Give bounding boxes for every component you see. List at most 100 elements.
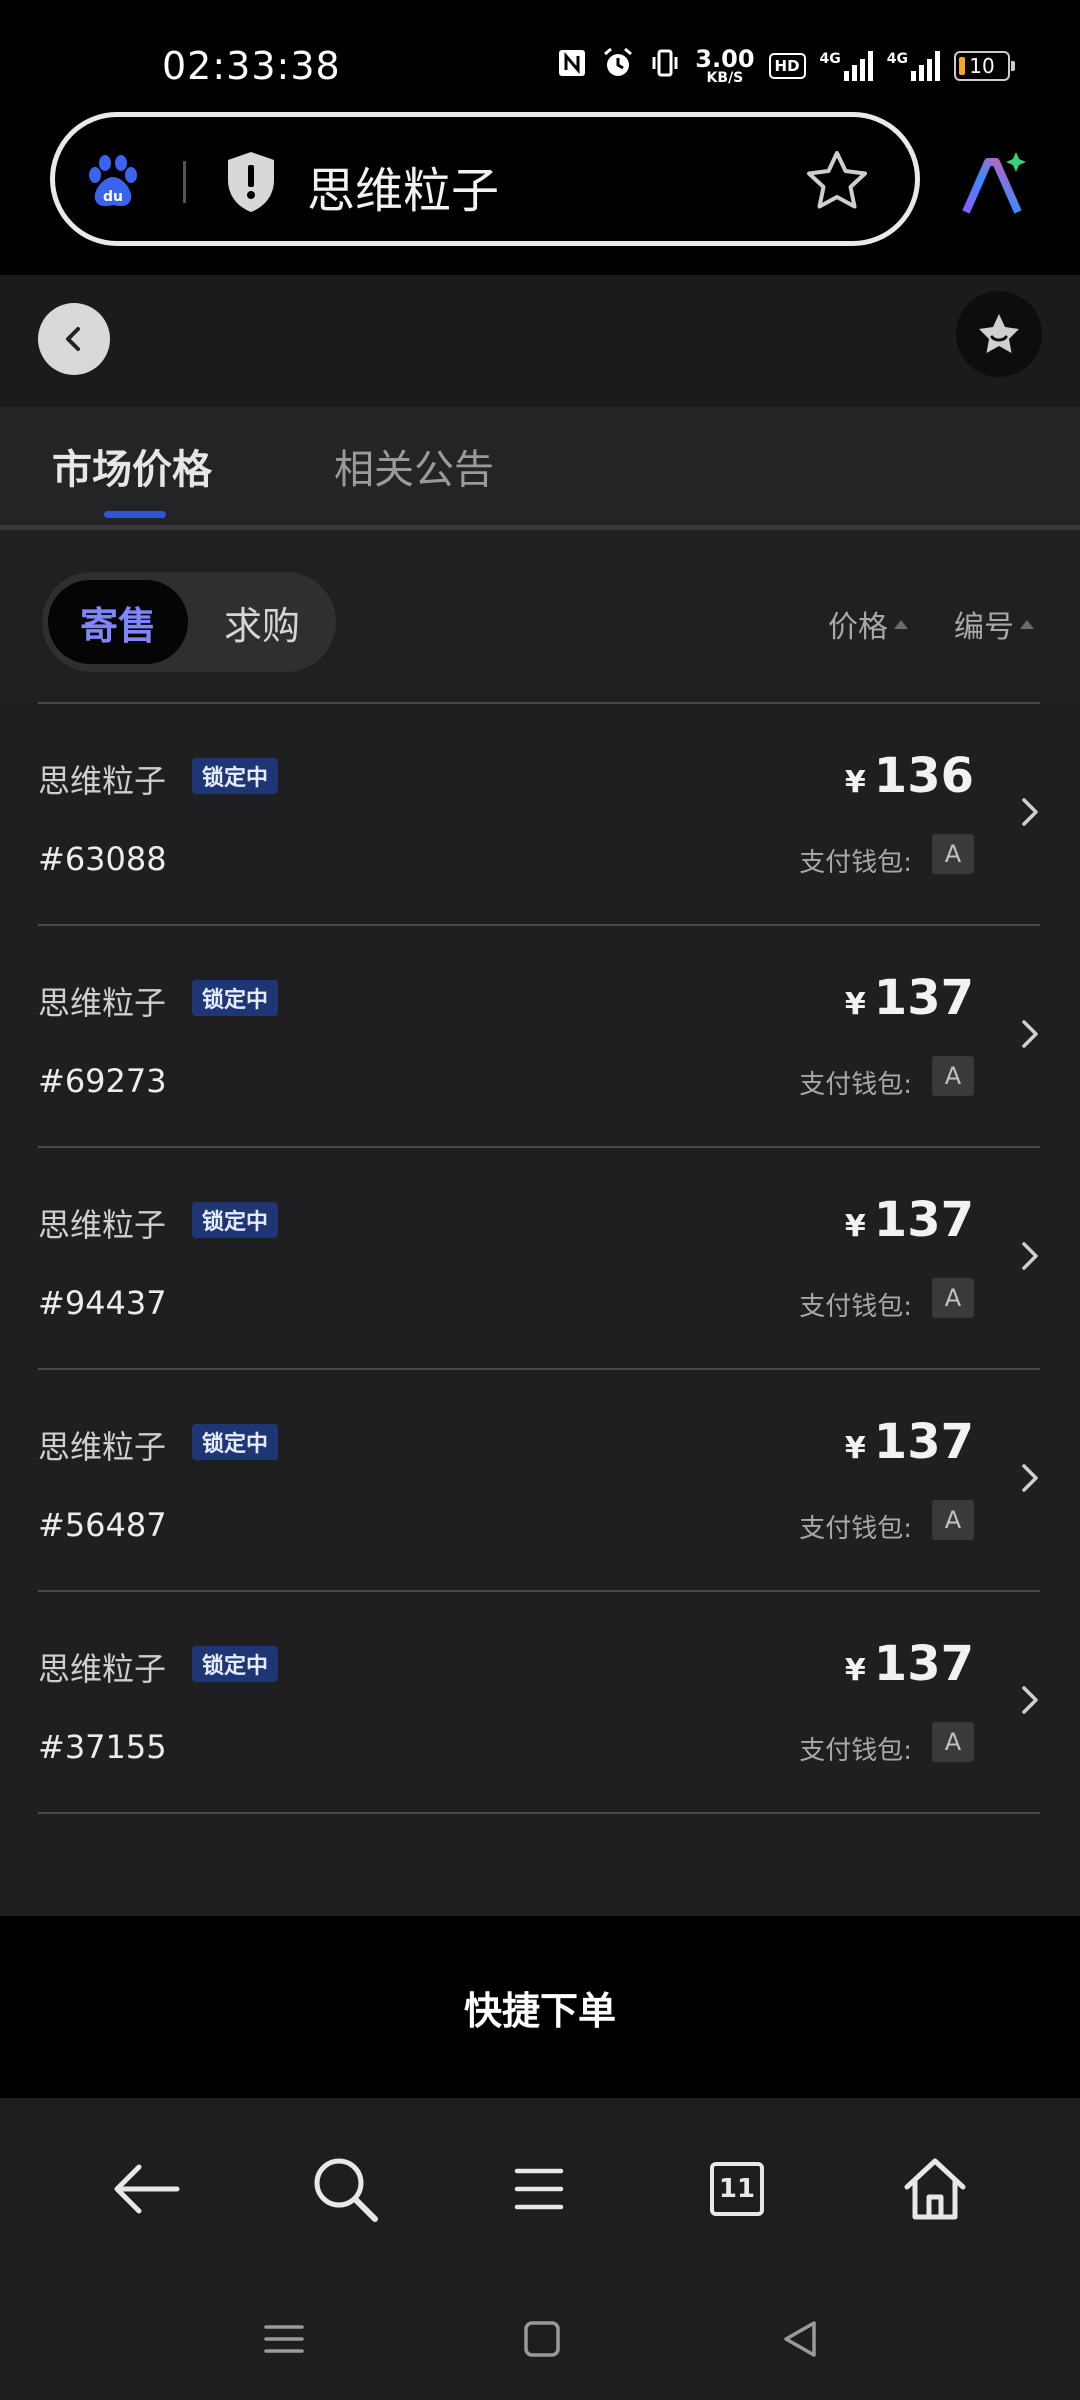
sort-by-price[interactable]: 价格 [828, 602, 908, 646]
item-price: ¥ 137 [845, 1636, 974, 1692]
segment-consignment[interactable]: 寄售 [48, 580, 188, 664]
tabs-count-icon: 11 [710, 2162, 764, 2216]
listing-row[interactable]: 思维粒子 锁定中 #56487 ¥ 137 支付钱包: A [38, 1368, 1040, 1590]
chevron-right-icon [1022, 1242, 1038, 1270]
status-badge: 锁定中 [192, 1646, 279, 1682]
currency-symbol: ¥ [844, 765, 866, 800]
quick-order-label: 快捷下单 [463, 1988, 616, 2033]
browser-bottom-nav: 11 [0, 2098, 1080, 2273]
tabs-count: 11 [718, 2174, 756, 2204]
system-back-icon[interactable] [778, 2317, 822, 2361]
browser-toolbar: du 思维粒子 [0, 110, 1080, 276]
tab-announcements[interactable]: 相关公告 [334, 437, 494, 495]
sort-price-label: 价格 [828, 610, 888, 645]
listing-row[interactable]: 思维粒子 锁定中 #63088 ¥ 136 支付钱包: A [38, 702, 1040, 924]
wallet-label: 支付钱包: [799, 1070, 912, 1100]
item-name: 思维粒子 [38, 984, 167, 1022]
item-id: #94437 [38, 1284, 167, 1322]
item-id: #37155 [38, 1728, 167, 1766]
currency-symbol: ¥ [844, 1431, 866, 1466]
security-warning-icon[interactable] [223, 149, 279, 215]
arrow-left-icon [114, 2164, 180, 2214]
battery-level: 10 [969, 54, 995, 78]
quick-order-button[interactable]: 快捷下单 [0, 1916, 1080, 2098]
nfc-icon [557, 48, 587, 85]
price-value: 137 [873, 1192, 974, 1248]
wallet-label: 支付钱包: [799, 1292, 912, 1322]
wallet-tag: A [932, 834, 974, 874]
chevron-left-icon [66, 327, 80, 351]
network-speed: 3.00 KB/S [695, 47, 754, 85]
listing-row[interactable]: 思维粒子 锁定中 #69273 ¥ 137 支付钱包: A [38, 924, 1040, 1146]
segmented-control: 寄售 求购 [42, 572, 336, 672]
sort-up-icon [894, 619, 908, 629]
star-icon [979, 314, 1019, 353]
segment-wanted[interactable]: 求购 [192, 580, 332, 664]
price-value: 137 [873, 1414, 974, 1470]
status-bar: 02:33:38 3.00 KB/S HD 4G 4G 10 [0, 0, 1080, 110]
tab-bar: 市场价格 相关公告 [0, 407, 1080, 530]
wallet-tag: A [932, 1500, 974, 1540]
favorite-button[interactable] [956, 291, 1042, 377]
wallet-tag: A [932, 1056, 974, 1096]
page-header [0, 275, 1080, 407]
network-speed-value: 3.00 [695, 45, 755, 73]
price-value: 136 [873, 748, 974, 804]
network-speed-unit: KB/S [706, 70, 744, 86]
price-value: 137 [873, 970, 974, 1026]
chevron-right-icon [1022, 1464, 1038, 1492]
browser-home-button[interactable] [896, 2150, 974, 2228]
signal-2-label: 4G [886, 51, 908, 67]
ai-assistant-icon[interactable] [958, 150, 1028, 220]
address-bar[interactable]: du 思维粒子 [50, 112, 920, 246]
status-badge: 锁定中 [192, 758, 279, 794]
page: 02:33:38 3.00 KB/S HD 4G 4G 10 du 思维粒子 市… [0, 0, 1080, 2400]
price-value: 137 [873, 1636, 974, 1692]
status-badge: 锁定中 [192, 1202, 279, 1238]
vibrate-icon [649, 47, 681, 86]
system-home-icon[interactable] [520, 2317, 564, 2361]
filter-toolbar: 寄售 求购 价格 编号 [0, 530, 1080, 702]
signal-icon-2: 4G [887, 51, 940, 81]
sort-number-label: 编号 [954, 610, 1014, 645]
currency-symbol: ¥ [844, 987, 866, 1022]
hd-voice-icon: HD [768, 53, 806, 79]
alarm-icon [601, 46, 635, 87]
listing-row[interactable]: 思维粒子 锁定中 #94437 ¥ 137 支付钱包: A [38, 1146, 1040, 1368]
bookmark-star-icon[interactable] [803, 147, 871, 215]
search-icon [314, 2158, 378, 2222]
svg-text:du: du [103, 189, 123, 205]
wallet-tag: A [932, 1722, 974, 1762]
browser-menu-button[interactable] [500, 2150, 578, 2228]
item-id: #63088 [38, 840, 167, 878]
currency-symbol: ¥ [844, 1209, 866, 1244]
tab-market-price[interactable]: 市场价格 [52, 437, 212, 495]
browser-tabs-button[interactable]: 11 [698, 2150, 776, 2228]
status-icons: 3.00 KB/S HD 4G 4G 10 [557, 44, 1015, 88]
item-price: ¥ 137 [845, 970, 974, 1026]
signal-icon: 4G [820, 51, 873, 81]
chevron-right-icon [1022, 1020, 1038, 1048]
tab-indicator [104, 511, 166, 518]
sort-by-number[interactable]: 编号 [954, 602, 1034, 646]
listing-list: 思维粒子 锁定中 #63088 ¥ 136 支付钱包: A 思维粒子 锁定中 #… [38, 702, 1040, 1814]
browser-search-button[interactable] [306, 2150, 384, 2228]
item-name: 思维粒子 [38, 762, 167, 800]
home-icon [904, 2158, 966, 2220]
listing-row[interactable]: 思维粒子 锁定中 #37155 ¥ 137 支付钱包: A [38, 1590, 1040, 1814]
chevron-right-icon [1022, 1686, 1038, 1714]
item-name: 思维粒子 [38, 1206, 167, 1244]
system-nav-bar [0, 2273, 1080, 2400]
recent-apps-icon[interactable] [262, 2317, 306, 2361]
item-name: 思维粒子 [38, 1650, 167, 1688]
status-time: 02:33:38 [162, 44, 341, 88]
back-button[interactable] [38, 303, 110, 375]
item-id: #69273 [38, 1062, 167, 1100]
baidu-logo-icon: du [89, 155, 137, 207]
battery-icon: 10 [954, 51, 1015, 81]
browser-back-button[interactable] [108, 2150, 186, 2228]
status-badge: 锁定中 [192, 980, 279, 1016]
item-price: ¥ 137 [845, 1414, 974, 1470]
address-divider [183, 161, 186, 203]
item-price: ¥ 136 [845, 748, 974, 804]
